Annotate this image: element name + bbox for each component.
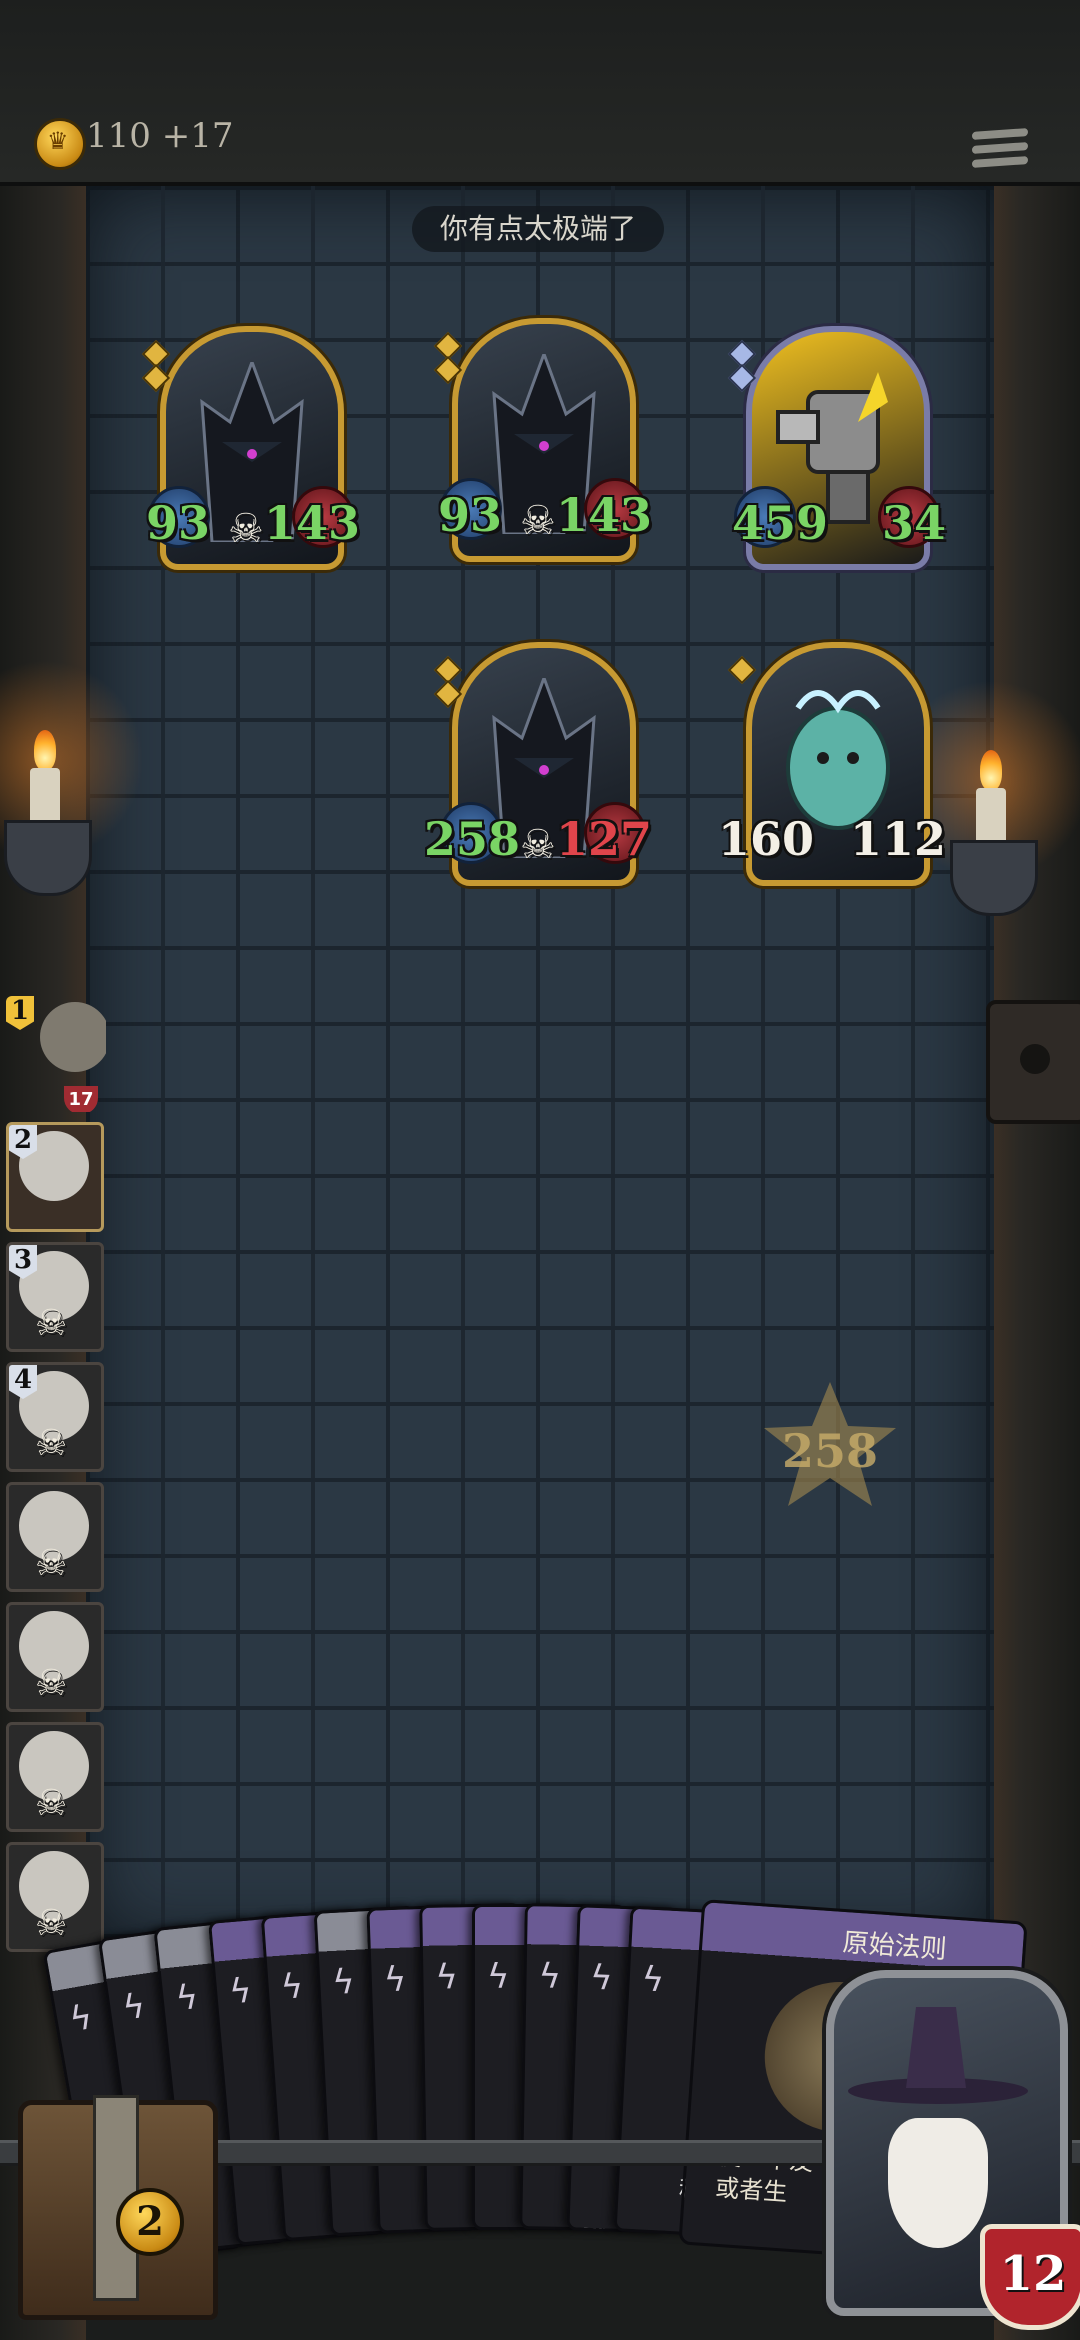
queue-item[interactable]: ☠ [6, 1482, 104, 1592]
enemy-health: 143 [555, 488, 652, 542]
card-title: 原始法则 [841, 1927, 948, 1966]
enemy-health: 143 [263, 496, 360, 550]
queue-item[interactable]: ☠ 3 [6, 1242, 104, 1352]
turn-queue: 1 17 2 ☠ 3 ☠ 4 ☠ ☠ ☠ ☠ [0, 996, 106, 1962]
enemy-attack: 258 [424, 812, 521, 866]
top-bar: 110 +17 [0, 0, 1080, 186]
door-handle [986, 1000, 1080, 1124]
enemy-health: 34 [881, 496, 946, 550]
gold-counter: 110 +17 [86, 116, 234, 156]
menu-button[interactable] [972, 124, 1028, 176]
skull-icon: ☠ [520, 498, 556, 544]
skull-icon: ☠ [35, 1543, 68, 1584]
left-torch [0, 660, 144, 900]
status-banner: 你有点太极端了 [412, 206, 664, 252]
skull-icon: ☠ [35, 1423, 68, 1464]
skull-icon: ☠ [228, 506, 264, 552]
enemy-attack: 160 [718, 812, 815, 866]
enemy-attack: 93 [146, 496, 211, 550]
queue-item[interactable]: ☠ 4 [6, 1362, 104, 1472]
flame-icon [980, 750, 1002, 790]
enemy-attack: 93 [438, 488, 503, 542]
skull-icon: ☠ [35, 1303, 68, 1344]
skull-icon: ☠ [35, 1783, 68, 1824]
gold-coin-icon [34, 118, 86, 170]
deck-count: 2 [116, 2188, 184, 2256]
enemy-health: 112 [849, 812, 946, 866]
enemy-unit-1[interactable]: 93 ☠ 143 [141, 326, 360, 570]
enemy-unit-2[interactable]: 93 ☠ 143 [433, 318, 652, 562]
enemy-health: 127 [555, 812, 652, 866]
enemy-unit-4[interactable]: 258 ☠ 127 [424, 642, 652, 886]
skull-icon: ☠ [520, 822, 556, 868]
floating-damage-star: 258 [760, 1382, 900, 1512]
enemy-unit-5[interactable]: 160 112 [718, 642, 946, 886]
flame-icon [34, 730, 56, 770]
enemy-attack: 459 [732, 496, 829, 550]
skull-icon: ☠ [35, 1663, 68, 1704]
enemy-unit-3[interactable]: 459 34 [727, 326, 946, 570]
queue-item[interactable]: ☠ [6, 1722, 104, 1832]
queue-item[interactable]: 2 [6, 1122, 104, 1232]
hero-health: 12 [980, 2224, 1080, 2330]
queue-item[interactable]: 1 17 [6, 996, 106, 1112]
right-torch [890, 680, 1080, 920]
hero-portrait [40, 1002, 106, 1072]
queue-item[interactable]: ☠ [6, 1602, 104, 1712]
